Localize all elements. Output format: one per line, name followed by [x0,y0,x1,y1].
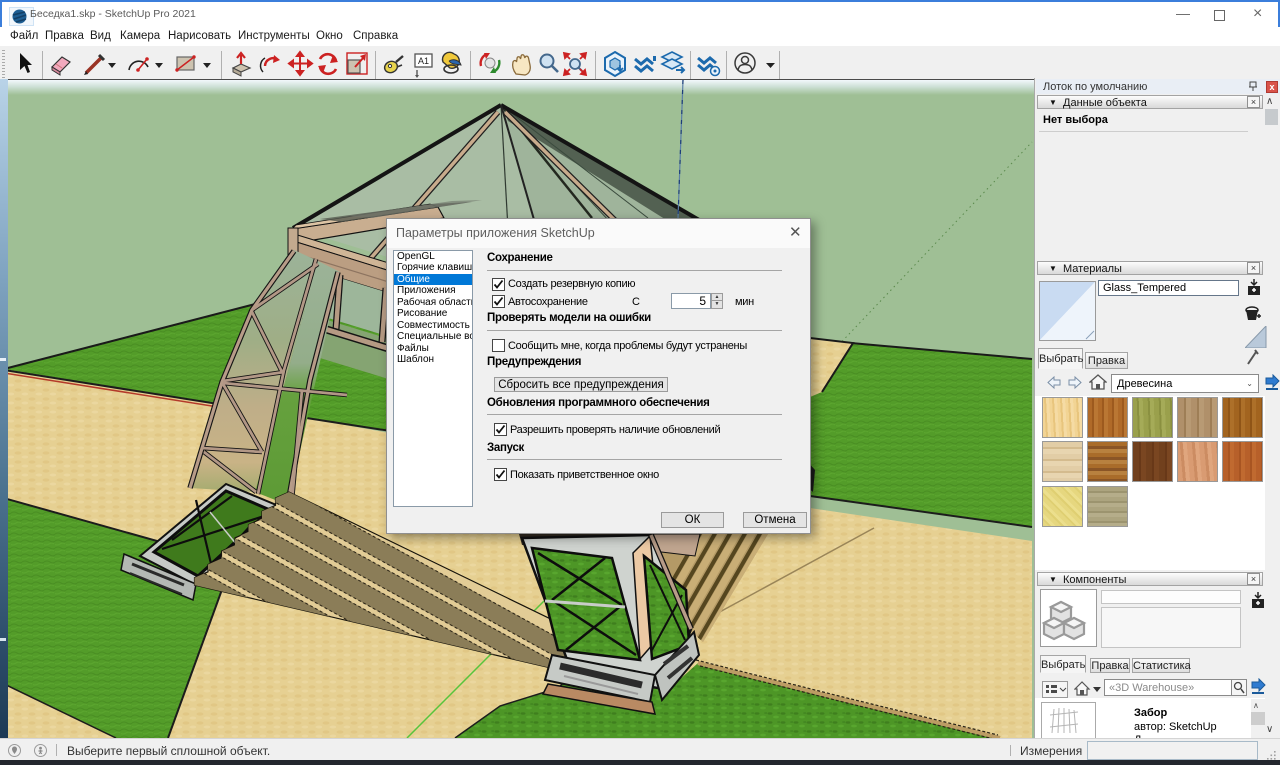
svg-text:A1: A1 [418,56,429,66]
